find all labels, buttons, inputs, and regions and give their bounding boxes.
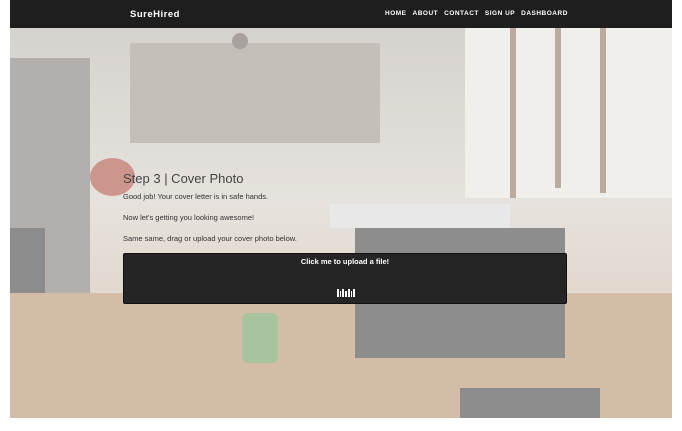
nav-dashboard[interactable]: DASHBOARD (521, 10, 568, 17)
upload-bars-icon (337, 289, 356, 297)
nav-about[interactable]: ABOUT (413, 10, 439, 17)
nav-sign-up[interactable]: SIGN UP (485, 10, 515, 17)
brand-logo[interactable]: SureHired (130, 9, 180, 20)
step-text-3: Same same, drag or upload your cover pho… (123, 234, 297, 243)
upload-label[interactable]: Click me to upload a file! (124, 257, 566, 266)
step-title: Step 3 | Cover Photo (123, 171, 244, 186)
nav-contact[interactable]: CONTACT (444, 10, 479, 17)
step-text-1: Good job! Your cover letter is in safe h… (123, 192, 269, 201)
navbar: SureHired HOME ABOUT CONTACT SIGN UP DAS… (10, 0, 672, 28)
nav-links: HOME ABOUT CONTACT SIGN UP DASHBOARD (385, 10, 568, 17)
step-content: Step 3 | Cover Photo Good job! Your cove… (123, 171, 568, 304)
step-text-2: Now let's getting you looking awesome! (123, 213, 255, 222)
nav-home[interactable]: HOME (385, 10, 407, 17)
hero-background: Step 3 | Cover Photo Good job! Your cove… (10, 28, 672, 418)
upload-dropzone[interactable]: Click me to upload a file! (123, 253, 567, 304)
